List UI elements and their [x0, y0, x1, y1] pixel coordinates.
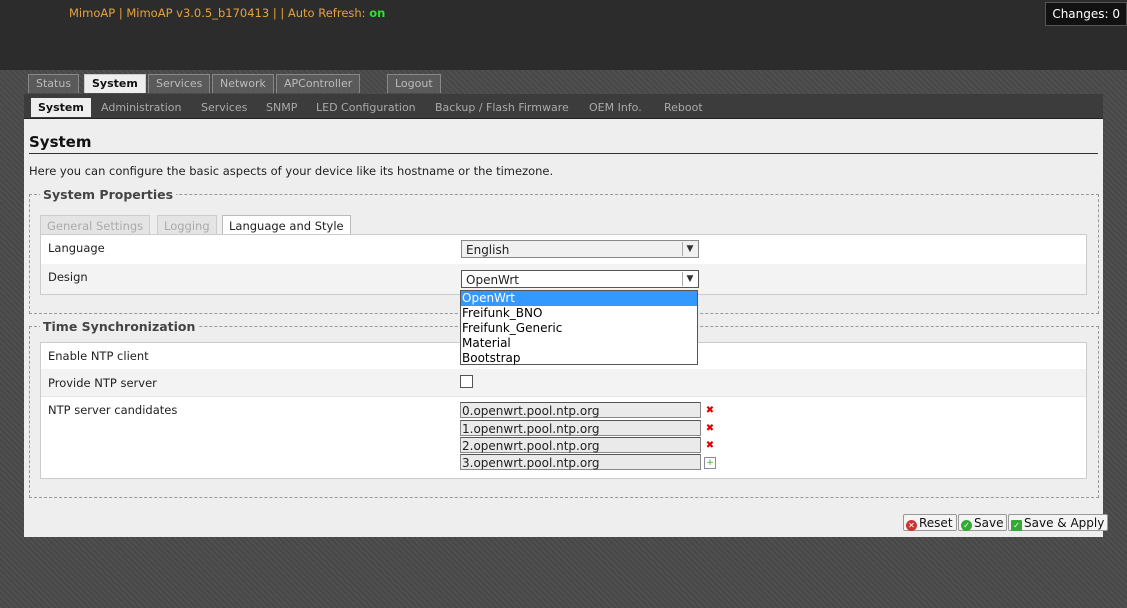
ntp-server-input-0[interactable]: 0.openwrt.pool.ntp.org [460, 402, 701, 418]
save-apply-button[interactable]: ✓ Save & Apply [1008, 514, 1109, 531]
tab-logout[interactable]: Logout [387, 74, 441, 93]
sub-nav: System Administration Services SNMP LED … [24, 94, 1103, 119]
save-button[interactable]: ✓ Save [958, 514, 1008, 531]
ntp-server-input-2[interactable]: 2.openwrt.pool.ntp.org [460, 437, 701, 453]
apply-icon: ✓ [1011, 520, 1022, 531]
time-sync-legend: Time Synchronization [40, 319, 199, 334]
header-title-text: MimoAP | MimoAP v3.0.5_b170413 | | Auto … [69, 6, 370, 20]
add-entry-icon[interactable]: + [704, 457, 716, 469]
design-option-bootstrap[interactable]: Bootstrap [461, 351, 697, 366]
reset-icon: ✕ [906, 520, 917, 531]
remove-entry-icon[interactable]: ✖ [704, 423, 716, 435]
language-select-value: English [466, 243, 510, 257]
subtab-snmp[interactable]: SNMP [266, 98, 297, 117]
chevron-down-icon: ▼ [682, 272, 697, 286]
auto-refresh-toggle[interactable]: on [369, 6, 385, 20]
top-header: MimoAP | MimoAP v3.0.5_b170413 | | Auto … [0, 0, 1127, 70]
language-select[interactable]: English ▼ [461, 240, 699, 258]
design-label: Design [48, 270, 88, 284]
subtab-reboot[interactable]: Reboot [664, 98, 703, 117]
save-label: Save [974, 516, 1004, 530]
save-apply-label: Save & Apply [1024, 516, 1105, 530]
title-divider [29, 153, 1098, 154]
design-option-freifunk-generic[interactable]: Freifunk_Generic [461, 321, 697, 336]
check-icon: ✓ [961, 520, 972, 531]
tab-apcontroller[interactable]: APController [276, 74, 361, 93]
tab-network[interactable]: Network [212, 74, 274, 93]
provide-ntp-label: Provide NTP server [48, 376, 157, 390]
header-title: MimoAP | MimoAP v3.0.5_b170413 | | Auto … [69, 6, 385, 20]
subtab-administration[interactable]: Administration [101, 98, 182, 117]
ntp-server-input-1[interactable]: 1.openwrt.pool.ntp.org [460, 420, 701, 436]
design-option-freifunk-bno[interactable]: Freifunk_BNO [461, 306, 697, 321]
provide-ntp-checkbox[interactable] [460, 375, 473, 388]
changes-counter[interactable]: Changes: 0 [1045, 2, 1127, 26]
tab-services[interactable]: Services [148, 74, 211, 93]
remove-entry-icon[interactable]: ✖ [704, 440, 716, 452]
design-select-value: OpenWrt [466, 273, 520, 287]
subtab-oem-info[interactable]: OEM Info. [589, 98, 642, 117]
design-option-openwrt[interactable]: OpenWrt [461, 291, 697, 306]
design-select[interactable]: OpenWrt ▼ [461, 270, 699, 288]
page-description: Here you can configure the basic aspects… [29, 164, 554, 178]
design-option-material[interactable]: Material [461, 336, 697, 351]
reset-button[interactable]: ✕ Reset [903, 514, 957, 531]
subtab-led-configuration[interactable]: LED Configuration [316, 98, 416, 117]
chevron-down-icon: ▼ [682, 242, 697, 256]
system-properties-legend: System Properties [40, 187, 177, 202]
page-title: System [29, 133, 92, 151]
subtab-backup-flash[interactable]: Backup / Flash Firmware [435, 98, 569, 117]
ntp-server-input-3[interactable]: 3.openwrt.pool.ntp.org [460, 454, 701, 470]
language-label: Language [48, 241, 105, 255]
remove-entry-icon[interactable]: ✖ [704, 405, 716, 417]
ntp-candidates-label: NTP server candidates [48, 403, 178, 417]
enable-ntp-label: Enable NTP client [48, 349, 149, 363]
tab-status[interactable]: Status [28, 74, 80, 93]
provide-ntp-row: Provide NTP server [41, 369, 1086, 397]
design-dropdown-list: OpenWrt Freifunk_BNO Freifunk_Generic Ma… [460, 290, 698, 365]
reset-label: Reset [919, 516, 953, 530]
subtab-system[interactable]: System [31, 98, 91, 117]
tab-system[interactable]: System [84, 74, 146, 93]
subtab-services[interactable]: Services [201, 98, 247, 117]
